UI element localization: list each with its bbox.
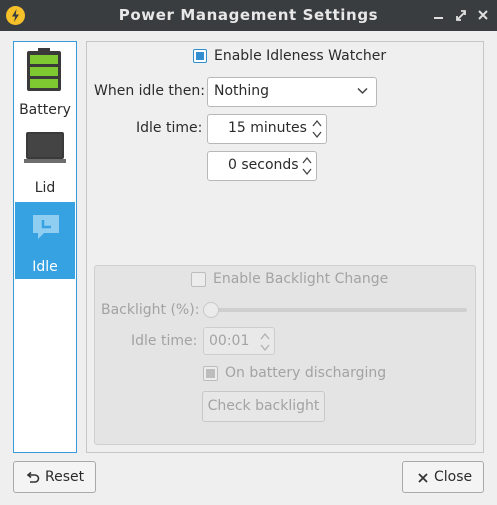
spin-arrows-icon[interactable] bbox=[311, 118, 323, 140]
idle-settings-panel: Enable Idleness Watcher When idle then: … bbox=[86, 41, 484, 453]
idle-minutes-value: 15 minutes bbox=[228, 120, 307, 136]
when-idle-value: Nothing bbox=[214, 83, 270, 99]
laptop-icon bbox=[24, 132, 66, 163]
reset-label: Reset bbox=[45, 469, 85, 485]
check-backlight-button[interactable]: Check backlight bbox=[202, 391, 325, 422]
when-idle-select[interactable]: Nothing bbox=[207, 77, 377, 107]
backlight-idle-time-value: 00:01 bbox=[209, 333, 250, 349]
idle-seconds-spinbox[interactable]: 0 seconds bbox=[207, 151, 317, 181]
enable-idleness-label: Enable Idleness Watcher bbox=[214, 48, 387, 64]
backlight-group: Enable Backlight Change Backlight (%): I… bbox=[94, 265, 476, 445]
backlight-slider-track[interactable] bbox=[207, 308, 467, 312]
close-label: Close bbox=[434, 469, 473, 485]
sidebar-item-idle[interactable]: Idle bbox=[15, 202, 75, 279]
settings-sidebar: Battery Lid Idle bbox=[13, 41, 77, 453]
sidebar-item-battery[interactable]: Battery bbox=[15, 45, 75, 122]
reset-button[interactable]: Reset bbox=[13, 461, 96, 493]
sidebar-item-lid[interactable]: Lid bbox=[15, 123, 75, 200]
enable-backlight-label: Enable Backlight Change bbox=[213, 271, 389, 287]
sidebar-item-label: Battery bbox=[19, 102, 71, 118]
backlight-idle-time-spinbox[interactable]: 00:01 bbox=[203, 327, 275, 355]
minimize-icon bbox=[434, 17, 443, 19]
close-icon bbox=[478, 10, 488, 20]
idle-time-label: Idle time: bbox=[136, 120, 203, 136]
idle-seconds-value: 0 seconds bbox=[228, 157, 299, 173]
close-window-button[interactable] bbox=[475, 6, 491, 24]
chevron-down-icon bbox=[357, 87, 368, 95]
close-button[interactable]: Close bbox=[402, 461, 484, 493]
enable-backlight-checkbox[interactable] bbox=[191, 272, 206, 287]
title-bar: Power Management Settings bbox=[0, 0, 497, 31]
sidebar-item-label: Lid bbox=[34, 180, 56, 196]
idle-minutes-spinbox[interactable]: 15 minutes bbox=[207, 114, 327, 144]
on-battery-checkbox[interactable] bbox=[203, 366, 218, 381]
spin-arrows-icon[interactable] bbox=[259, 331, 271, 353]
on-battery-label: On battery discharging bbox=[225, 365, 387, 381]
idle-chat-icon bbox=[33, 215, 59, 239]
sidebar-item-label: Idle bbox=[32, 259, 58, 275]
battery-icon bbox=[27, 48, 61, 91]
window-title: Power Management Settings bbox=[118, 6, 379, 24]
backlight-idle-time-label: Idle time: bbox=[131, 333, 198, 349]
maximize-icon bbox=[456, 10, 466, 21]
backlight-percent-label: Backlight (%): bbox=[101, 302, 200, 318]
minimize-button[interactable] bbox=[431, 6, 447, 24]
enable-idleness-checkbox[interactable] bbox=[193, 49, 207, 63]
maximize-button[interactable] bbox=[453, 6, 469, 24]
when-idle-label: When idle then: bbox=[94, 83, 205, 99]
close-icon bbox=[418, 473, 428, 483]
undo-icon bbox=[26, 471, 40, 483]
spin-arrows-icon[interactable] bbox=[301, 155, 313, 177]
backlight-slider-handle[interactable] bbox=[203, 302, 219, 318]
